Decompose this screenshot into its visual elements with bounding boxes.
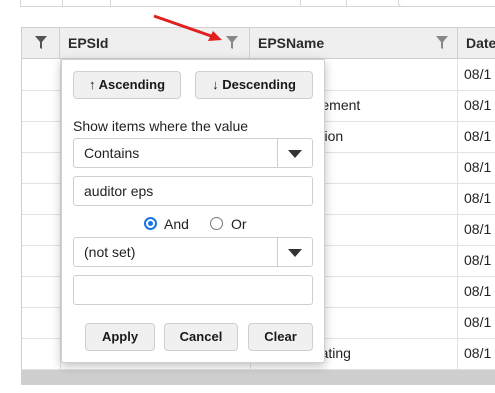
date-cell[interactable]: 08/1 — [458, 59, 495, 90]
row-select-cell[interactable] — [22, 276, 61, 307]
date-cell[interactable]: 08/1 — [458, 338, 495, 369]
select-divider — [277, 238, 278, 266]
select-divider — [277, 139, 278, 167]
or-radio[interactable] — [210, 217, 223, 230]
row-select-cell[interactable] — [22, 307, 61, 338]
top-toolbar-divider — [62, 0, 63, 6]
row-select-cell[interactable] — [22, 121, 61, 152]
row-select-cell[interactable] — [22, 183, 61, 214]
header-cell-select[interactable] — [22, 28, 60, 58]
or-radio-label: Or — [231, 216, 247, 232]
date-cell[interactable]: 08/1 — [458, 183, 495, 214]
header-cell-date[interactable]: Date — [458, 28, 495, 58]
cancel-button[interactable]: Cancel — [164, 323, 238, 351]
and-radio-label: And — [164, 216, 189, 232]
top-toolbar-input[interactable] — [398, 0, 495, 7]
filter-icon[interactable] — [35, 36, 47, 49]
grid-header: EPSId EPSName Date — [22, 28, 495, 59]
row-select-cell[interactable] — [22, 245, 61, 276]
logic-radio-group: And Or — [144, 216, 324, 233]
chevron-down-icon[interactable] — [288, 150, 302, 158]
chevron-down-icon[interactable] — [288, 249, 302, 257]
column-filter-popup: ↑ Ascending ↓ Descending Show items wher… — [61, 59, 325, 363]
filter-value-input-2[interactable] — [73, 275, 313, 305]
operator-select-2[interactable]: (not set) — [73, 237, 313, 267]
column-title-epsname: EPSName — [258, 35, 325, 51]
filter-instruction-label: Show items where the value — [73, 118, 249, 134]
top-toolbar-divider — [346, 0, 347, 6]
annotation-arrow-icon — [153, 14, 222, 41]
row-select-cell[interactable] — [22, 90, 61, 121]
top-toolbar-field — [20, 0, 402, 7]
operator-select-1-value: Contains — [84, 145, 140, 161]
sort-descending-button[interactable]: ↓ Descending — [195, 71, 313, 99]
column-title-epsid: EPSId — [68, 35, 109, 51]
date-cell[interactable]: 08/1 — [458, 121, 495, 152]
date-cell[interactable]: 08/1 — [458, 276, 495, 307]
apply-button[interactable]: Apply — [85, 323, 155, 351]
row-select-cell[interactable] — [22, 152, 61, 183]
row-select-cell[interactable] — [22, 59, 61, 90]
and-radio[interactable] — [144, 217, 157, 230]
date-cell[interactable]: 08/1 — [458, 307, 495, 338]
row-select-cell[interactable] — [22, 214, 61, 245]
column-title-date: Date — [466, 35, 495, 51]
row-select-cell[interactable] — [22, 338, 61, 369]
header-cell-epsname[interactable]: EPSName — [250, 28, 458, 58]
sort-ascending-button[interactable]: ↑ Ascending — [73, 71, 181, 99]
date-cell[interactable]: 08/1 — [458, 90, 495, 121]
top-toolbar-divider — [110, 0, 111, 6]
date-cell[interactable]: 08/1 — [458, 245, 495, 276]
filter-value-input-1[interactable]: auditor eps — [73, 176, 313, 206]
date-cell[interactable]: 08/1 — [458, 152, 495, 183]
date-cell[interactable]: 08/1 — [458, 214, 495, 245]
top-toolbar-divider — [300, 0, 301, 6]
horizontal-scrollbar[interactable] — [22, 370, 495, 384]
operator-select-2-value: (not set) — [84, 244, 136, 260]
operator-select-1[interactable]: Contains — [73, 138, 313, 168]
filter-icon[interactable] — [436, 36, 448, 49]
clear-button[interactable]: Clear — [248, 323, 313, 351]
